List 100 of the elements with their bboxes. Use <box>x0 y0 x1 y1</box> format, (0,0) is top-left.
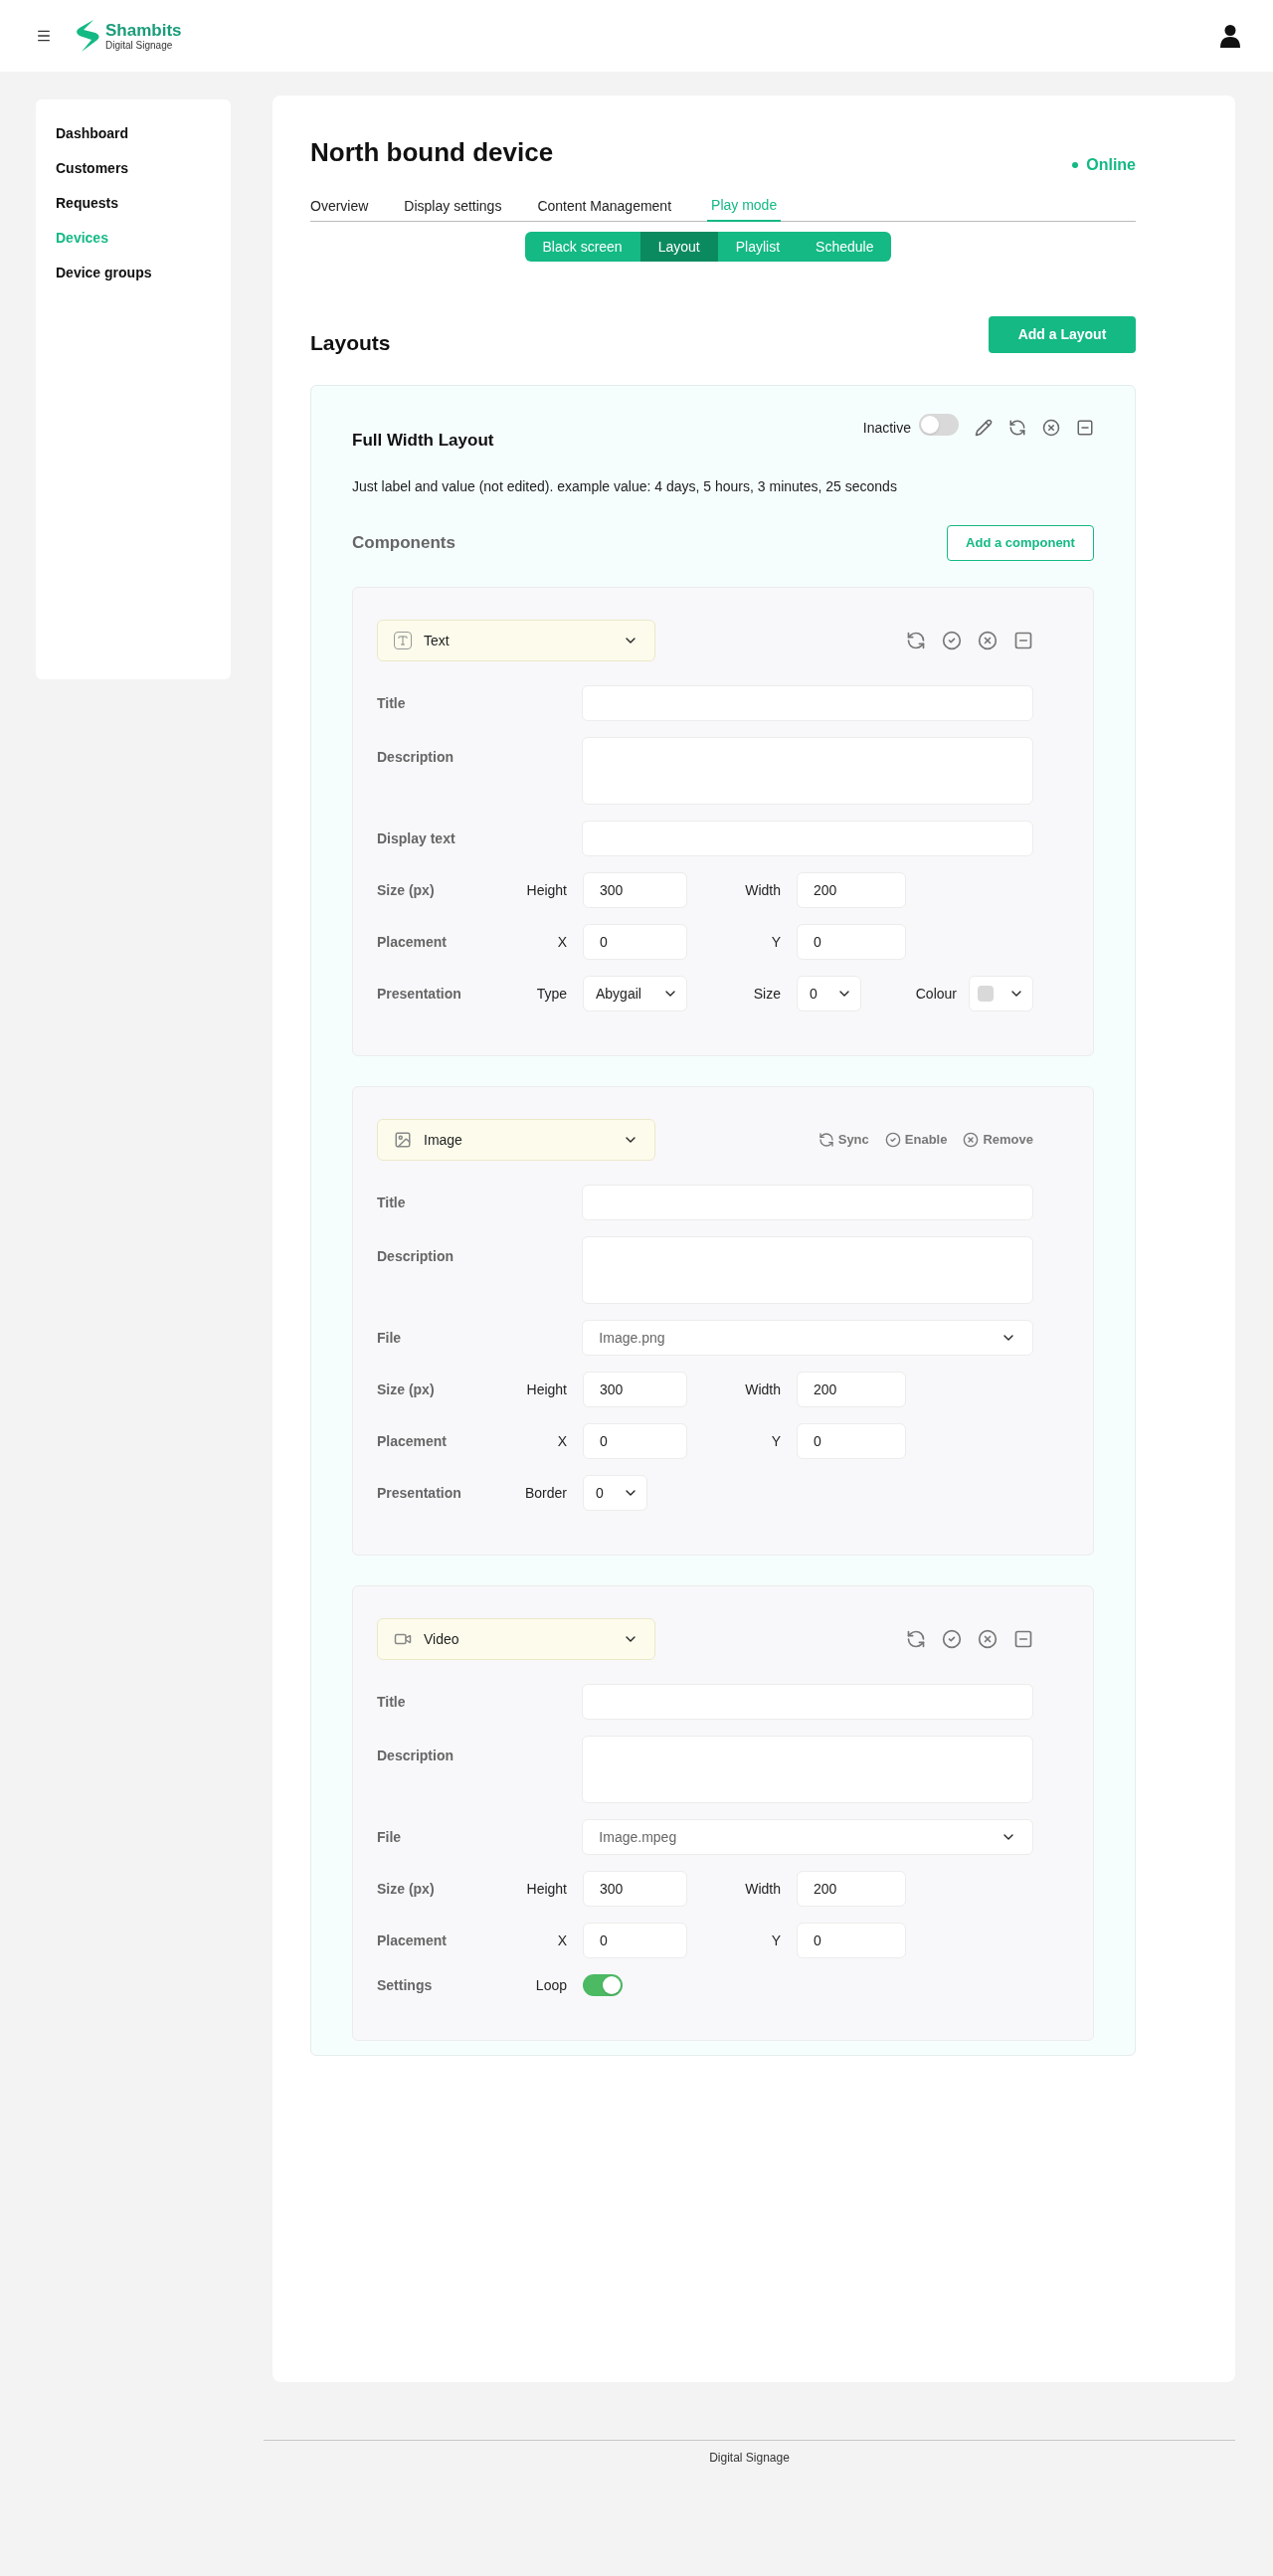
component-type-select[interactable]: Text <box>377 620 655 661</box>
sidebar-item[interactable]: Customers <box>56 158 231 179</box>
field-sublabel: Height <box>526 1380 567 1399</box>
field-sublabel: X <box>557 1431 567 1451</box>
toggle-label: Inactive <box>862 418 911 438</box>
field-label: File <box>377 1330 402 1346</box>
components-heading: Components <box>352 532 455 555</box>
icon-button[interactable] <box>942 1629 962 1649</box>
number-input[interactable]: 0 <box>797 1423 906 1459</box>
number-input[interactable]: 0 <box>583 1423 687 1459</box>
icon-button[interactable] <box>978 1629 998 1649</box>
image-icon <box>394 1131 412 1149</box>
status-label: Online <box>1072 153 1136 177</box>
layout-title: Full Width Layout <box>352 429 494 452</box>
field-label: File <box>377 1829 402 1845</box>
field-label: Title <box>377 695 406 711</box>
action-button[interactable]: Sync <box>818 1130 869 1150</box>
select-field[interactable]: 0 <box>583 1475 647 1511</box>
brand-tagline: Digital Signage <box>105 40 174 51</box>
field-sublabel: Height <box>526 1879 567 1899</box>
field-sublabel: Y <box>771 1931 781 1950</box>
active-toggle[interactable] <box>919 413 959 436</box>
number-input[interactable]: 0 <box>583 1923 687 1958</box>
icon-button[interactable] <box>942 631 962 650</box>
number-input[interactable]: 200 <box>797 1372 906 1407</box>
field-sublabel: Loop <box>535 1975 567 1995</box>
minus-square-icon <box>1013 1629 1033 1649</box>
icon-button[interactable] <box>1076 419 1094 437</box>
icon-button[interactable] <box>1013 631 1033 650</box>
field-label: Settings <box>377 1975 433 1995</box>
check-circle-icon <box>884 1132 901 1148</box>
file-select[interactable]: Image.png <box>582 1320 1033 1356</box>
number-input[interactable]: 300 <box>583 1871 687 1907</box>
number-input[interactable]: 0 <box>797 924 906 960</box>
field-label: Placement <box>377 1931 448 1950</box>
sidebar-item[interactable]: Dashboard <box>56 123 231 144</box>
text-type-icon <box>394 632 412 649</box>
section-heading: Layouts <box>310 330 391 356</box>
pencil-icon <box>975 419 993 437</box>
number-input[interactable]: 0 <box>797 1923 906 1958</box>
field-label: Display text <box>377 830 455 846</box>
field-sublabel: Height <box>526 880 567 900</box>
sync-icon <box>906 631 926 650</box>
device-title: North bound device <box>310 136 554 169</box>
menu-icon[interactable] <box>36 28 52 44</box>
tab[interactable]: Content Management <box>537 195 672 221</box>
field-label: Description <box>377 1748 454 1763</box>
tab[interactable]: Overview <box>310 195 369 221</box>
field-sublabel: Width <box>745 1879 781 1899</box>
field-label: Size (px) <box>377 1380 435 1399</box>
check-circle-icon <box>942 1629 962 1649</box>
layout-description: Just label and value (not edited). example value: 4 days, 5 hours, 3 minutes, 25 seconds <box>352 477 898 496</box>
close-circle-icon <box>978 1629 998 1649</box>
minus-square-icon <box>1076 419 1094 437</box>
number-input[interactable]: 300 <box>583 1372 687 1407</box>
icon-button[interactable] <box>906 631 926 650</box>
number-input[interactable]: 200 <box>797 872 906 908</box>
file-select[interactable]: Image.mpeg <box>582 1819 1033 1855</box>
select-field[interactable]: 0 <box>797 976 861 1012</box>
close-circle-icon <box>1042 419 1060 437</box>
sidebar-item[interactable]: Requests <box>56 193 231 214</box>
component-type-select[interactable]: Video <box>377 1618 655 1660</box>
mode-button[interactable]: Layout <box>639 232 718 262</box>
icon-button[interactable] <box>975 419 993 437</box>
icon-button[interactable] <box>1013 1629 1033 1649</box>
icon-button[interactable] <box>906 1629 926 1649</box>
select-field[interactable]: Abygail <box>583 976 687 1012</box>
field-label: Title <box>377 1195 406 1210</box>
brand-name: Shambits <box>105 21 182 39</box>
field-sublabel: Width <box>745 880 781 900</box>
field-sublabel: Type <box>536 984 567 1004</box>
sidebar-item[interactable]: Device groups <box>56 263 231 283</box>
action-button[interactable]: Enable <box>884 1130 948 1150</box>
field-label: Title <box>377 1694 406 1710</box>
loop-toggle[interactable] <box>583 1974 623 1996</box>
sync-icon <box>818 1132 834 1148</box>
number-input[interactable]: 200 <box>797 1871 906 1907</box>
minus-square-icon <box>1013 631 1033 650</box>
footer-text: Digital Signage <box>709 2450 790 2467</box>
field-label: Presentation <box>377 984 461 1004</box>
number-input[interactable]: 0 <box>583 924 687 960</box>
field-label: Size (px) <box>377 880 435 900</box>
close-circle-icon <box>963 1132 980 1148</box>
icon-button[interactable] <box>1042 419 1060 437</box>
user-icon[interactable] <box>1219 24 1241 48</box>
tab[interactable]: Display settings <box>404 195 502 221</box>
field-label: Presentation <box>377 1483 461 1503</box>
field-sublabel: Border <box>524 1483 567 1503</box>
field-label: Description <box>377 1248 454 1264</box>
sync-icon <box>906 1629 926 1649</box>
field-sublabel: Y <box>771 1431 781 1451</box>
field-sublabel: X <box>557 1931 567 1950</box>
component-type-select[interactable]: Image <box>377 1119 655 1161</box>
icon-button[interactable] <box>978 631 998 650</box>
close-circle-icon <box>978 631 998 650</box>
check-circle-icon <box>942 631 962 650</box>
field-sublabel: X <box>557 932 567 952</box>
icon-button[interactable] <box>1008 419 1026 437</box>
number-input[interactable]: 300 <box>583 872 687 908</box>
action-button[interactable]: Remove <box>963 1130 1033 1150</box>
